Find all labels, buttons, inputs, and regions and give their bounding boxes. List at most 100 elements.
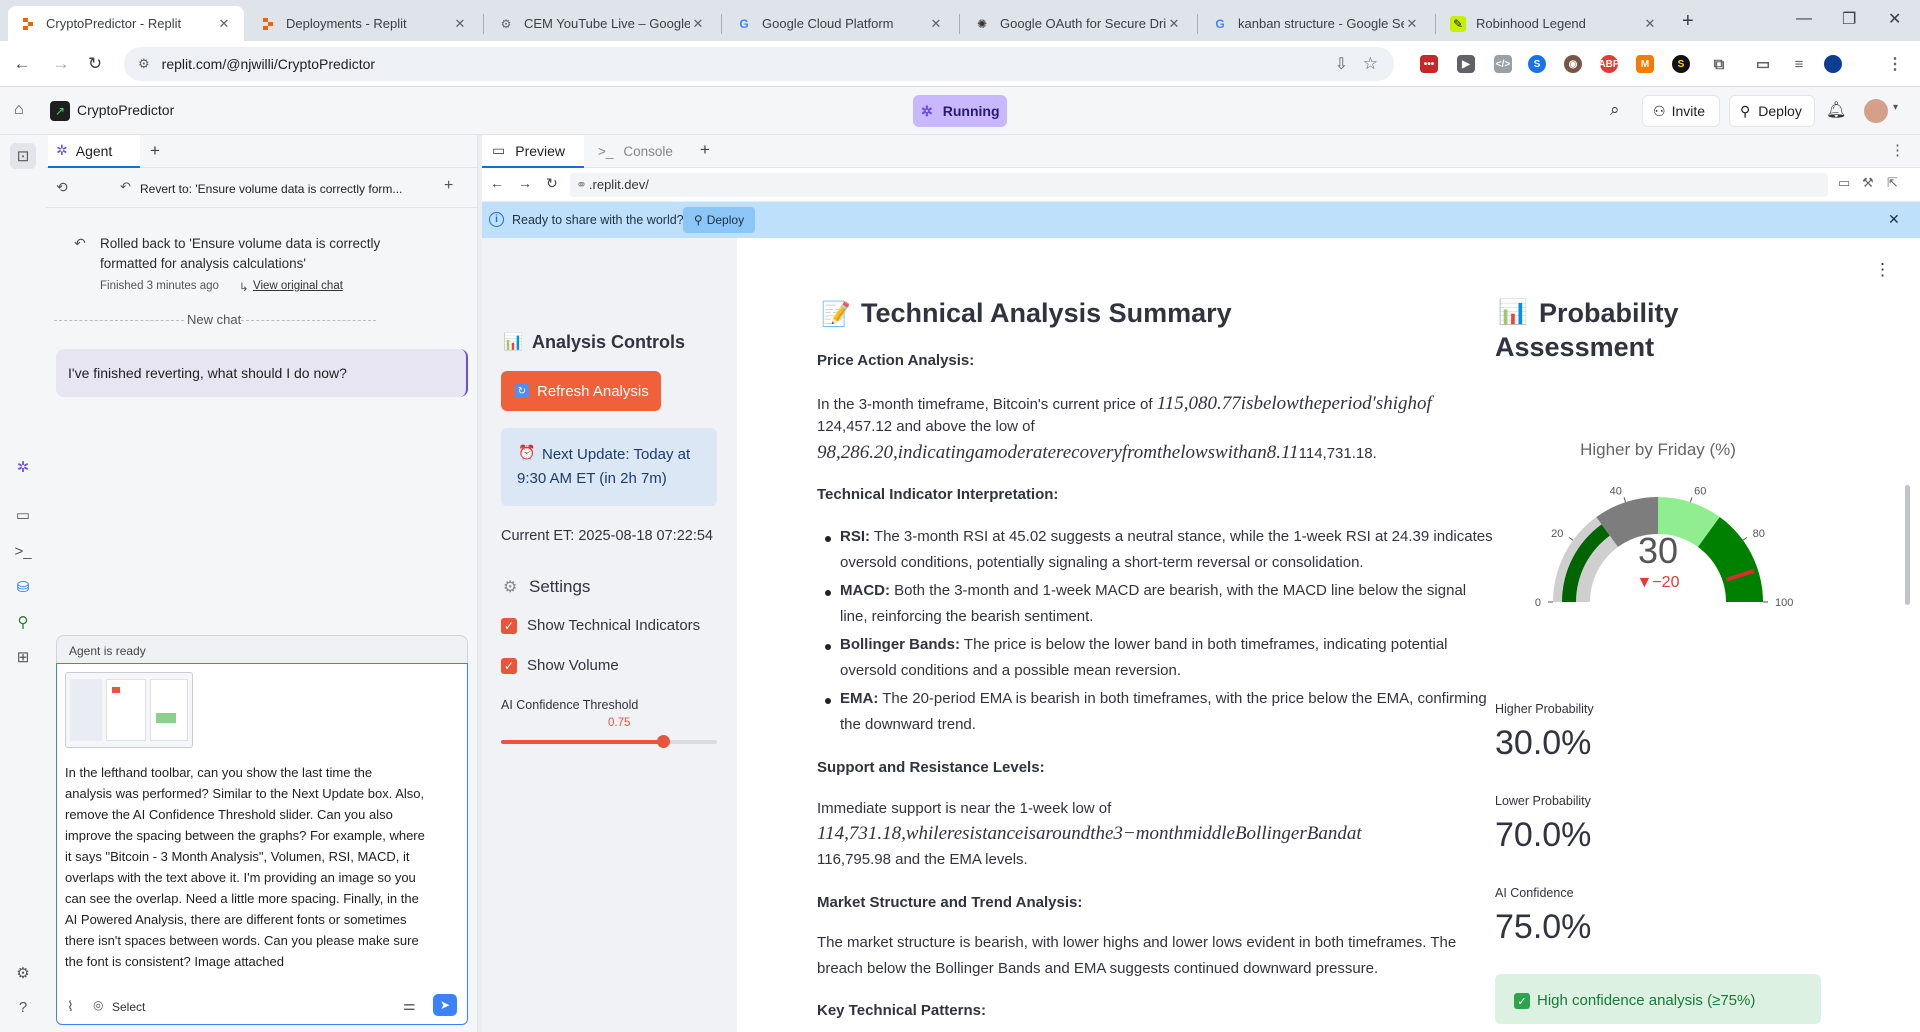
tab-title: CryptoPredictor - Replit: [46, 16, 182, 31]
preview-back-icon[interactable]: ←: [490, 175, 504, 191]
attach-paperclip-icon[interactable]: ⌇: [67, 998, 74, 1015]
revert-label[interactable]: Revert to: 'Ensure volume data is correc…: [140, 182, 402, 196]
preview-url-bar[interactable]: ⚭ .replit.dev/: [570, 173, 1828, 197]
home-icon[interactable]: ⌂: [14, 101, 24, 119]
tab-preview[interactable]: ▭ Preview: [482, 135, 584, 168]
project-name[interactable]: CryptoPredictor: [77, 102, 174, 118]
reload-button[interactable]: ↻: [82, 51, 108, 77]
preview-reload-icon[interactable]: ↻: [546, 175, 558, 192]
refresh-analysis-button[interactable]: ↻ Refresh Analysis: [501, 371, 661, 411]
send-button[interactable]: ➤: [433, 994, 457, 1016]
extension-owl-icon[interactable]: ◉: [1564, 55, 1582, 73]
browser-tab-kanban[interactable]: G kanban structure - Google Sear ✕: [1200, 6, 1432, 41]
close-icon[interactable]: ✕: [1642, 16, 1658, 32]
minimize-button[interactable]: —: [1796, 10, 1812, 28]
deploy-label: Deploy: [1758, 103, 1802, 119]
close-window-button[interactable]: ✕: [1888, 9, 1901, 29]
extension-code-icon[interactable]: </>: [1494, 55, 1512, 73]
tab-agent[interactable]: ✲ Agent: [48, 135, 140, 168]
site-info-icon[interactable]: ⚙: [138, 56, 150, 72]
history-icon[interactable]: ⟲: [56, 179, 68, 196]
tab-console[interactable]: >_ Console: [590, 135, 688, 168]
show-volume-checkbox[interactable]: ✓: [501, 658, 517, 674]
forward-button[interactable]: →: [48, 51, 74, 77]
app-menu-icon[interactable]: ⋮: [1874, 260, 1891, 280]
add-tab-button[interactable]: +: [150, 141, 160, 161]
search-icon[interactable]: ⌕: [1610, 100, 1620, 120]
banner-deploy-button[interactable]: ⚲ Deploy: [683, 207, 755, 233]
close-icon[interactable]: ✕: [1166, 16, 1182, 32]
browser-tab-cem-youtube[interactable]: ⚙ CEM YouTube Live – Google Cl ✕: [486, 6, 718, 41]
view-original-chat-link[interactable]: View original chat: [253, 280, 343, 292]
devices-icon[interactable]: ▭: [1838, 175, 1850, 191]
open-external-icon[interactable]: ⇱: [1887, 175, 1898, 191]
help-icon[interactable]: ?: [13, 997, 33, 1017]
extension-metamask-icon[interactable]: M: [1636, 55, 1654, 73]
file-tree-icon[interactable]: ⊡: [10, 143, 36, 169]
browser-tab-google-cloud[interactable]: G Google Cloud Platform ✕: [724, 6, 956, 41]
threshold-slider-track[interactable]: [501, 735, 717, 748]
preview-icon[interactable]: ▭: [13, 505, 33, 525]
preview-forward-icon[interactable]: →: [518, 175, 532, 191]
gauge-tick-label: 100: [1775, 597, 1793, 609]
invite-button[interactable]: ⚇ Invite: [1642, 95, 1720, 127]
extensions-puzzle-icon[interactable]: ⧉: [1710, 55, 1728, 73]
database-icon[interactable]: ⛁: [13, 577, 33, 597]
devtools-icon[interactable]: ⚒: [1862, 175, 1874, 191]
browser-tab-cryptopredictor[interactable]: CryptoPredictor - Replit ✕: [8, 6, 244, 41]
deploy-button[interactable]: ⚲ Deploy: [1729, 95, 1815, 127]
select-target-icon[interactable]: ◎: [93, 998, 103, 1012]
install-icon[interactable]: ⇩: [1335, 54, 1348, 74]
show-volume-label[interactable]: Show Volume: [527, 657, 619, 674]
alarm-clock-icon: ⏰: [518, 444, 536, 460]
deployments-icon[interactable]: ⚲: [13, 612, 33, 632]
current-et-label: Current ET: 2025-08-18 07:22:54: [501, 528, 713, 544]
extension-sync-icon[interactable]: S: [1528, 55, 1546, 73]
notifications-bell-icon[interactable]: 🔔︎: [1826, 100, 1846, 120]
divider: [241, 320, 376, 321]
running-status-button[interactable]: ✲ Running: [913, 95, 1007, 127]
extension-video-icon[interactable]: ▶: [1457, 55, 1475, 73]
reading-list-icon[interactable]: ≡: [1790, 55, 1808, 73]
chevron-down-icon[interactable]: ▾: [1893, 102, 1898, 113]
new-tab-button[interactable]: +: [1682, 10, 1694, 33]
close-icon[interactable]: ✕: [690, 16, 706, 32]
browser-menu-icon[interactable]: ⋮: [1886, 55, 1904, 73]
close-icon[interactable]: ✕: [1404, 16, 1420, 32]
all-tools-icon[interactable]: ⊞: [13, 647, 33, 667]
more-options-icon[interactable]: ⋮: [1890, 141, 1905, 159]
agent-icon[interactable]: ✲: [13, 457, 33, 477]
browser-tab-robinhood[interactable]: ✎ Robinhood Legend ✕: [1438, 6, 1670, 41]
agent-input-box[interactable]: In the lefthand toolbar, can you show th…: [56, 663, 468, 1025]
profile-avatar[interactable]: [1824, 55, 1842, 73]
bookmark-star-icon[interactable]: ☆: [1363, 54, 1378, 74]
extension-lastpass-icon[interactable]: •••: [1420, 55, 1438, 73]
account-icon[interactable]: ⚙: [13, 963, 33, 983]
side-panel-icon[interactable]: ▭: [1754, 55, 1772, 73]
close-icon[interactable]: ✕: [452, 16, 468, 32]
extension-s-icon[interactable]: S: [1672, 55, 1690, 73]
extension-adblock-icon[interactable]: ABP: [1598, 55, 1620, 73]
threshold-slider-thumb[interactable]: [657, 735, 670, 748]
attached-image-thumbnail[interactable]: [65, 672, 193, 748]
address-bar[interactable]: ⚙ replit.com/@njwilli/CryptoPredictor ⇩ …: [124, 47, 1394, 81]
tab-separator: [959, 14, 960, 34]
select-button-label[interactable]: Select: [112, 1000, 145, 1014]
banner-close-icon[interactable]: ✕: [1888, 211, 1900, 228]
close-icon[interactable]: ✕: [216, 16, 232, 32]
back-button[interactable]: ←: [9, 51, 35, 77]
show-indicators-label[interactable]: Show Technical Indicators: [527, 617, 700, 634]
add-tab-button[interactable]: +: [700, 140, 710, 160]
summary-title: Technical Analysis Summary: [861, 298, 1232, 328]
browser-tab-deployments[interactable]: Deployments - Replit ✕: [248, 6, 480, 41]
close-icon[interactable]: ✕: [928, 16, 944, 32]
shell-icon[interactable]: >_: [13, 541, 33, 561]
scrollbar-thumb[interactable]: [1905, 485, 1910, 605]
settings-sliders-icon[interactable]: ⚌: [403, 997, 416, 1014]
show-indicators-checkbox[interactable]: ✓: [501, 618, 517, 634]
new-chat-plus-icon[interactable]: +: [444, 177, 453, 195]
restore-button[interactable]: ❐: [1842, 9, 1856, 29]
user-avatar[interactable]: [1864, 99, 1888, 123]
browser-tab-google-oauth[interactable]: ✺ Google OAuth for Secure Drive ✕: [962, 6, 1194, 41]
link-arrow-icon: ↳: [239, 282, 249, 294]
